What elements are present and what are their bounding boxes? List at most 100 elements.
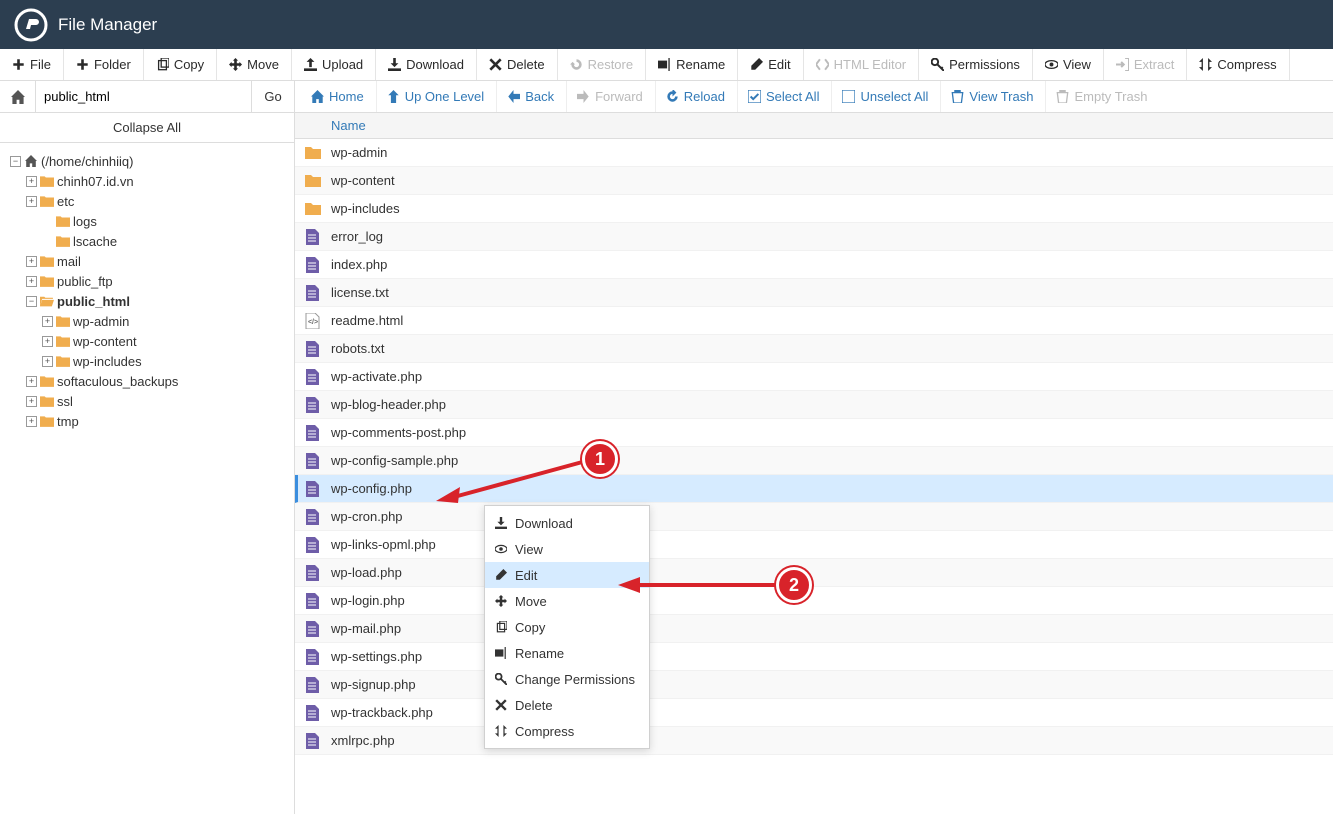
tree-item[interactable]: +wp-includes xyxy=(10,351,290,371)
unselectall-button[interactable]: Unselect All xyxy=(831,81,938,112)
file-row[interactable]: wp-links-opml.php xyxy=(295,531,1333,559)
tree-toggle[interactable]: + xyxy=(26,196,37,207)
file-icon xyxy=(305,229,321,245)
location-home-button[interactable] xyxy=(0,81,36,112)
view-button[interactable]: View xyxy=(1033,49,1104,80)
up-button[interactable]: Up One Level xyxy=(376,81,495,112)
viewtrash-button[interactable]: View Trash xyxy=(940,81,1043,112)
htmleditor-button: HTML Editor xyxy=(804,49,919,80)
file-row[interactable]: wp-load.php xyxy=(295,559,1333,587)
back-button[interactable]: Back xyxy=(496,81,564,112)
tree-toggle[interactable]: − xyxy=(26,296,37,307)
file-row[interactable]: wp-includes xyxy=(295,195,1333,223)
file-name: license.txt xyxy=(331,285,389,300)
tb-label: Upload xyxy=(322,57,363,72)
ctx-edit[interactable]: Edit xyxy=(485,562,649,588)
tree-item[interactable]: +wp-admin xyxy=(10,311,290,331)
ctx-rename[interactable]: Rename xyxy=(485,640,649,666)
copy-button[interactable]: Copy xyxy=(144,49,217,80)
rename-button[interactable]: Rename xyxy=(646,49,738,80)
file-icon xyxy=(305,453,321,469)
tree-item[interactable]: +softaculous_backups xyxy=(10,371,290,391)
edit-button[interactable]: Edit xyxy=(738,49,803,80)
tree-toggle[interactable]: + xyxy=(26,376,37,387)
tb-label: HTML Editor xyxy=(834,57,906,72)
tb-label: Download xyxy=(406,57,464,72)
delete-button[interactable]: Delete xyxy=(477,49,558,80)
tree-item[interactable]: +mail xyxy=(10,251,290,271)
file-row[interactable]: wp-content xyxy=(295,167,1333,195)
move-button[interactable]: Move xyxy=(217,49,292,80)
tree-item[interactable]: lscache xyxy=(10,231,290,251)
column-header: Name xyxy=(295,113,1333,139)
file-row[interactable]: wp-mail.php xyxy=(295,615,1333,643)
tree-toggle[interactable]: + xyxy=(26,416,37,427)
tree-toggle[interactable]: + xyxy=(42,336,53,347)
file-row[interactable]: wp-login.php xyxy=(295,587,1333,615)
file-row[interactable]: wp-cron.php xyxy=(295,503,1333,531)
file-row[interactable]: readme.html xyxy=(295,307,1333,335)
tree-item[interactable]: +wp-content xyxy=(10,331,290,351)
tree-item[interactable]: logs xyxy=(10,211,290,231)
selectall-button[interactable]: Select All xyxy=(737,81,829,112)
tree-item[interactable]: +public_ftp xyxy=(10,271,290,291)
tree-item[interactable]: +chinh07.id.vn xyxy=(10,171,290,191)
go-button[interactable]: Go xyxy=(252,81,294,112)
file-name: wp-content xyxy=(331,173,395,188)
file-row[interactable]: index.php xyxy=(295,251,1333,279)
file-row[interactable]: wp-signup.php xyxy=(295,671,1333,699)
tree-toggle[interactable]: + xyxy=(26,176,37,187)
file-row[interactable]: wp-config.php xyxy=(295,475,1333,503)
tree-item[interactable]: +tmp xyxy=(10,411,290,431)
name-column-header[interactable]: Name xyxy=(331,118,366,133)
compress-button[interactable]: Compress xyxy=(1187,49,1289,80)
file-row[interactable]: wp-comments-post.php xyxy=(295,419,1333,447)
ctx-label: View xyxy=(515,542,543,557)
forward-button: Forward xyxy=(566,81,653,112)
ctx-change-permissions[interactable]: Change Permissions xyxy=(485,666,649,692)
reload-button[interactable]: Reload xyxy=(655,81,735,112)
file-name: wp-includes xyxy=(331,201,400,216)
upload-button[interactable]: Upload xyxy=(292,49,376,80)
collapse-all-button[interactable]: Collapse All xyxy=(0,113,294,143)
file-row[interactable]: xmlrpc.php xyxy=(295,727,1333,755)
tb-label: Delete xyxy=(507,57,545,72)
ctx-copy[interactable]: Copy xyxy=(485,614,649,640)
ctx-download[interactable]: Download xyxy=(485,510,649,536)
permissions-button[interactable]: Permissions xyxy=(919,49,1033,80)
file-row[interactable]: wp-settings.php xyxy=(295,643,1333,671)
tree-item[interactable]: −public_html xyxy=(10,291,290,311)
file-name: wp-admin xyxy=(331,145,387,160)
tree-toggle[interactable]: − xyxy=(10,156,21,167)
file-name: index.php xyxy=(331,257,387,272)
tree-toggle[interactable]: + xyxy=(42,316,53,327)
tree-toggle[interactable]: + xyxy=(26,396,37,407)
location-bar: Go xyxy=(0,81,294,113)
file-row[interactable]: robots.txt xyxy=(295,335,1333,363)
folder-button[interactable]: Folder xyxy=(64,49,144,80)
download-button[interactable]: Download xyxy=(376,49,477,80)
path-input[interactable] xyxy=(36,81,252,112)
file-row[interactable]: wp-admin xyxy=(295,139,1333,167)
tree-item[interactable]: +ssl xyxy=(10,391,290,411)
tb-label: Compress xyxy=(1217,57,1276,72)
ctx-compress[interactable]: Compress xyxy=(485,718,649,744)
file-row[interactable]: license.txt xyxy=(295,279,1333,307)
ctx-view[interactable]: View xyxy=(485,536,649,562)
restore-button: Restore xyxy=(558,49,647,80)
ctx-label: Compress xyxy=(515,724,574,739)
tree-item[interactable]: −(/home/chinhiiq) xyxy=(10,151,290,171)
file-row[interactable]: wp-activate.php xyxy=(295,363,1333,391)
file-row[interactable]: error_log xyxy=(295,223,1333,251)
tree-toggle[interactable]: + xyxy=(26,256,37,267)
tree-item[interactable]: +etc xyxy=(10,191,290,211)
ctx-move[interactable]: Move xyxy=(485,588,649,614)
file-button[interactable]: File xyxy=(0,49,64,80)
tree-toggle[interactable]: + xyxy=(26,276,37,287)
ctx-delete[interactable]: Delete xyxy=(485,692,649,718)
file-row[interactable]: wp-trackback.php xyxy=(295,699,1333,727)
file-row[interactable]: wp-blog-header.php xyxy=(295,391,1333,419)
tree-toggle[interactable]: + xyxy=(42,356,53,367)
home-button[interactable]: Home xyxy=(301,81,374,112)
file-row[interactable]: wp-config-sample.php xyxy=(295,447,1333,475)
